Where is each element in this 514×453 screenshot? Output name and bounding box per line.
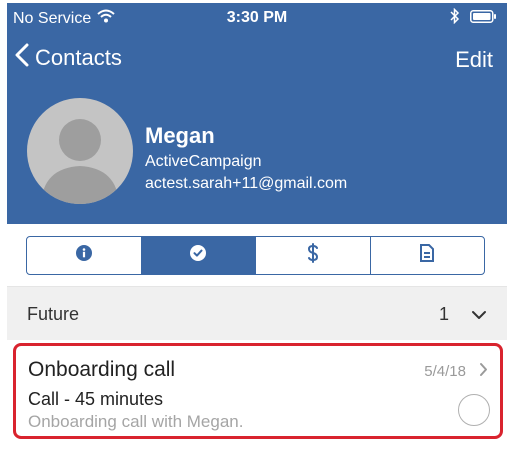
contact-company: ActiveCampaign [145,153,262,170]
status-right [450,7,497,29]
contact-name: Megan [145,123,215,148]
chevron-left-icon [15,43,29,73]
avatar [27,98,133,204]
section-header-future[interactable]: Future 1 [7,287,507,340]
task-date: 5/4/18 [424,363,466,380]
dollar-icon [306,243,320,268]
tab-info[interactable] [27,237,142,274]
task-type: Call - 45 minutes [28,389,164,409]
task-description: Onboarding call with Megan. [28,412,244,431]
task-title: Onboarding call [28,358,176,381]
person-silhouette-icon [41,119,119,204]
task-row[interactable]: Onboarding call 5/4/18 Call - 45 minutes… [13,343,503,439]
contact-email[interactable]: actest.sarah+11@gmail.com [145,175,347,193]
section-label: Future [27,304,80,324]
tab-bar [7,224,507,287]
complete-task-checkbox[interactable] [458,394,490,426]
back-label: Contacts [35,45,122,70]
back-button[interactable]: Contacts [15,43,122,73]
nav-bar: Contacts Edit [7,41,507,81]
section-count: 1 [438,304,449,324]
app-frame: No Service 3:30 PM Contacts Edit Megan A… [7,3,507,449]
edit-button[interactable]: Edit [455,47,493,73]
tab-deals[interactable] [256,237,371,274]
status-time: 3:30 PM [226,9,288,26]
contact-header: No Service 3:30 PM Contacts Edit Megan A… [7,3,507,224]
chevron-right-icon [479,362,488,382]
tab-tasks[interactable] [141,237,256,274]
chevron-down-icon[interactable] [471,307,487,325]
battery-icon [470,9,497,28]
bluetooth-icon [450,7,460,29]
document-icon [419,244,435,267]
contact-profile: Megan ActiveCampaign actest.sarah+11@gma… [27,98,497,208]
segmented-control [26,236,485,275]
status-bar: No Service 3:30 PM [7,3,507,33]
checkmark-icon [190,245,207,266]
tab-notes[interactable] [371,237,485,274]
info-icon [75,245,92,266]
